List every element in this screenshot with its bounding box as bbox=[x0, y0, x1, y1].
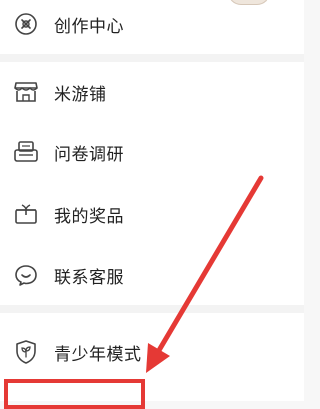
menu-item-youth-mode[interactable]: 青少年模式 bbox=[0, 322, 304, 382]
menu-item-label: 问卷调研 bbox=[54, 144, 124, 165]
survey-icon bbox=[12, 138, 40, 166]
creation-center-icon bbox=[12, 10, 40, 38]
highlight-box bbox=[4, 379, 145, 409]
menu-item-survey[interactable]: 问卷调研 bbox=[0, 122, 304, 182]
menu-item-label: 青少年模式 bbox=[54, 344, 142, 365]
settings-menu: 创作中心 米游铺 问卷调研 我的奖品 联系客服 青少年模式 bbox=[0, 0, 304, 409]
shop-icon bbox=[12, 78, 40, 106]
menu-item-customer-service[interactable]: 联系客服 bbox=[0, 245, 304, 305]
menu-item-shop[interactable]: 米游铺 bbox=[0, 62, 304, 122]
divider bbox=[0, 305, 304, 313]
menu-item-label: 米游铺 bbox=[54, 84, 107, 105]
menu-item-creation-center[interactable]: 创作中心 bbox=[0, 0, 304, 54]
customer-service-icon bbox=[12, 261, 40, 289]
menu-item-label: 创作中心 bbox=[54, 16, 124, 37]
menu-item-label: 联系客服 bbox=[54, 267, 124, 288]
gift-icon bbox=[12, 200, 40, 228]
youth-mode-shield-icon bbox=[12, 338, 40, 366]
menu-item-label: 我的奖品 bbox=[54, 206, 124, 227]
menu-item-prizes[interactable]: 我的奖品 bbox=[0, 184, 304, 244]
divider bbox=[0, 54, 304, 62]
